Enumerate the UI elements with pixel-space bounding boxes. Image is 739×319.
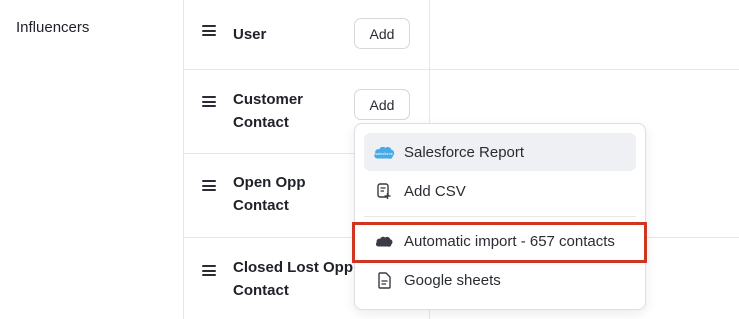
row-label-line: Closed Lost Opp	[233, 259, 353, 276]
menu-item-label: Salesforce Report	[404, 143, 525, 161]
row-label-line: User	[233, 26, 267, 43]
menu-item-automatic-import[interactable]: Automatic import - 657 contacts	[364, 222, 636, 260]
drag-handle-icon[interactable]	[202, 96, 216, 107]
svg-text:salesforce: salesforce	[375, 152, 393, 156]
row-label-line: Customer	[233, 91, 304, 108]
row-label-open-opp-contact: Open Opp Contact	[233, 171, 306, 217]
menu-item-label: Google sheets	[404, 271, 501, 289]
menu-item-google-sheets[interactable]: Google sheets	[364, 261, 636, 299]
add-button-user[interactable]: Add	[354, 18, 410, 49]
menu-divider	[364, 216, 636, 217]
row-label-line: Open Opp	[233, 174, 306, 191]
row-label-line: Contact	[233, 114, 289, 131]
salesforce-cloud-icon: salesforce	[373, 143, 395, 161]
menu-item-label: Automatic import - 657 contacts	[404, 232, 615, 250]
section-title: Influencers	[16, 19, 90, 36]
drag-handle-icon[interactable]	[202, 25, 216, 36]
menu-item-label: Add CSV	[404, 182, 466, 200]
menu-item-add-csv[interactable]: Add CSV	[364, 172, 636, 210]
row-label-line: Contact	[233, 282, 289, 299]
document-icon	[373, 271, 395, 289]
drag-handle-icon[interactable]	[202, 265, 216, 276]
row-label-user: User	[233, 23, 266, 46]
column-divider-left	[183, 0, 184, 319]
add-button-customer-contact[interactable]: Add	[354, 89, 410, 120]
row-label-customer-contact: Customer Contact	[233, 88, 303, 134]
menu-item-salesforce-report[interactable]: salesforce Salesforce Report	[364, 133, 636, 171]
document-add-icon	[373, 182, 395, 200]
row-label-closed-lost-opp-contact: Closed Lost Opp Contact	[233, 256, 353, 302]
row-divider	[183, 69, 739, 70]
add-source-menu: salesforce Salesforce Report Add CSV Aut…	[354, 123, 646, 310]
drag-handle-icon[interactable]	[202, 180, 216, 191]
salesforce-cloud-icon	[373, 232, 395, 250]
row-label-line: Contact	[233, 197, 289, 214]
